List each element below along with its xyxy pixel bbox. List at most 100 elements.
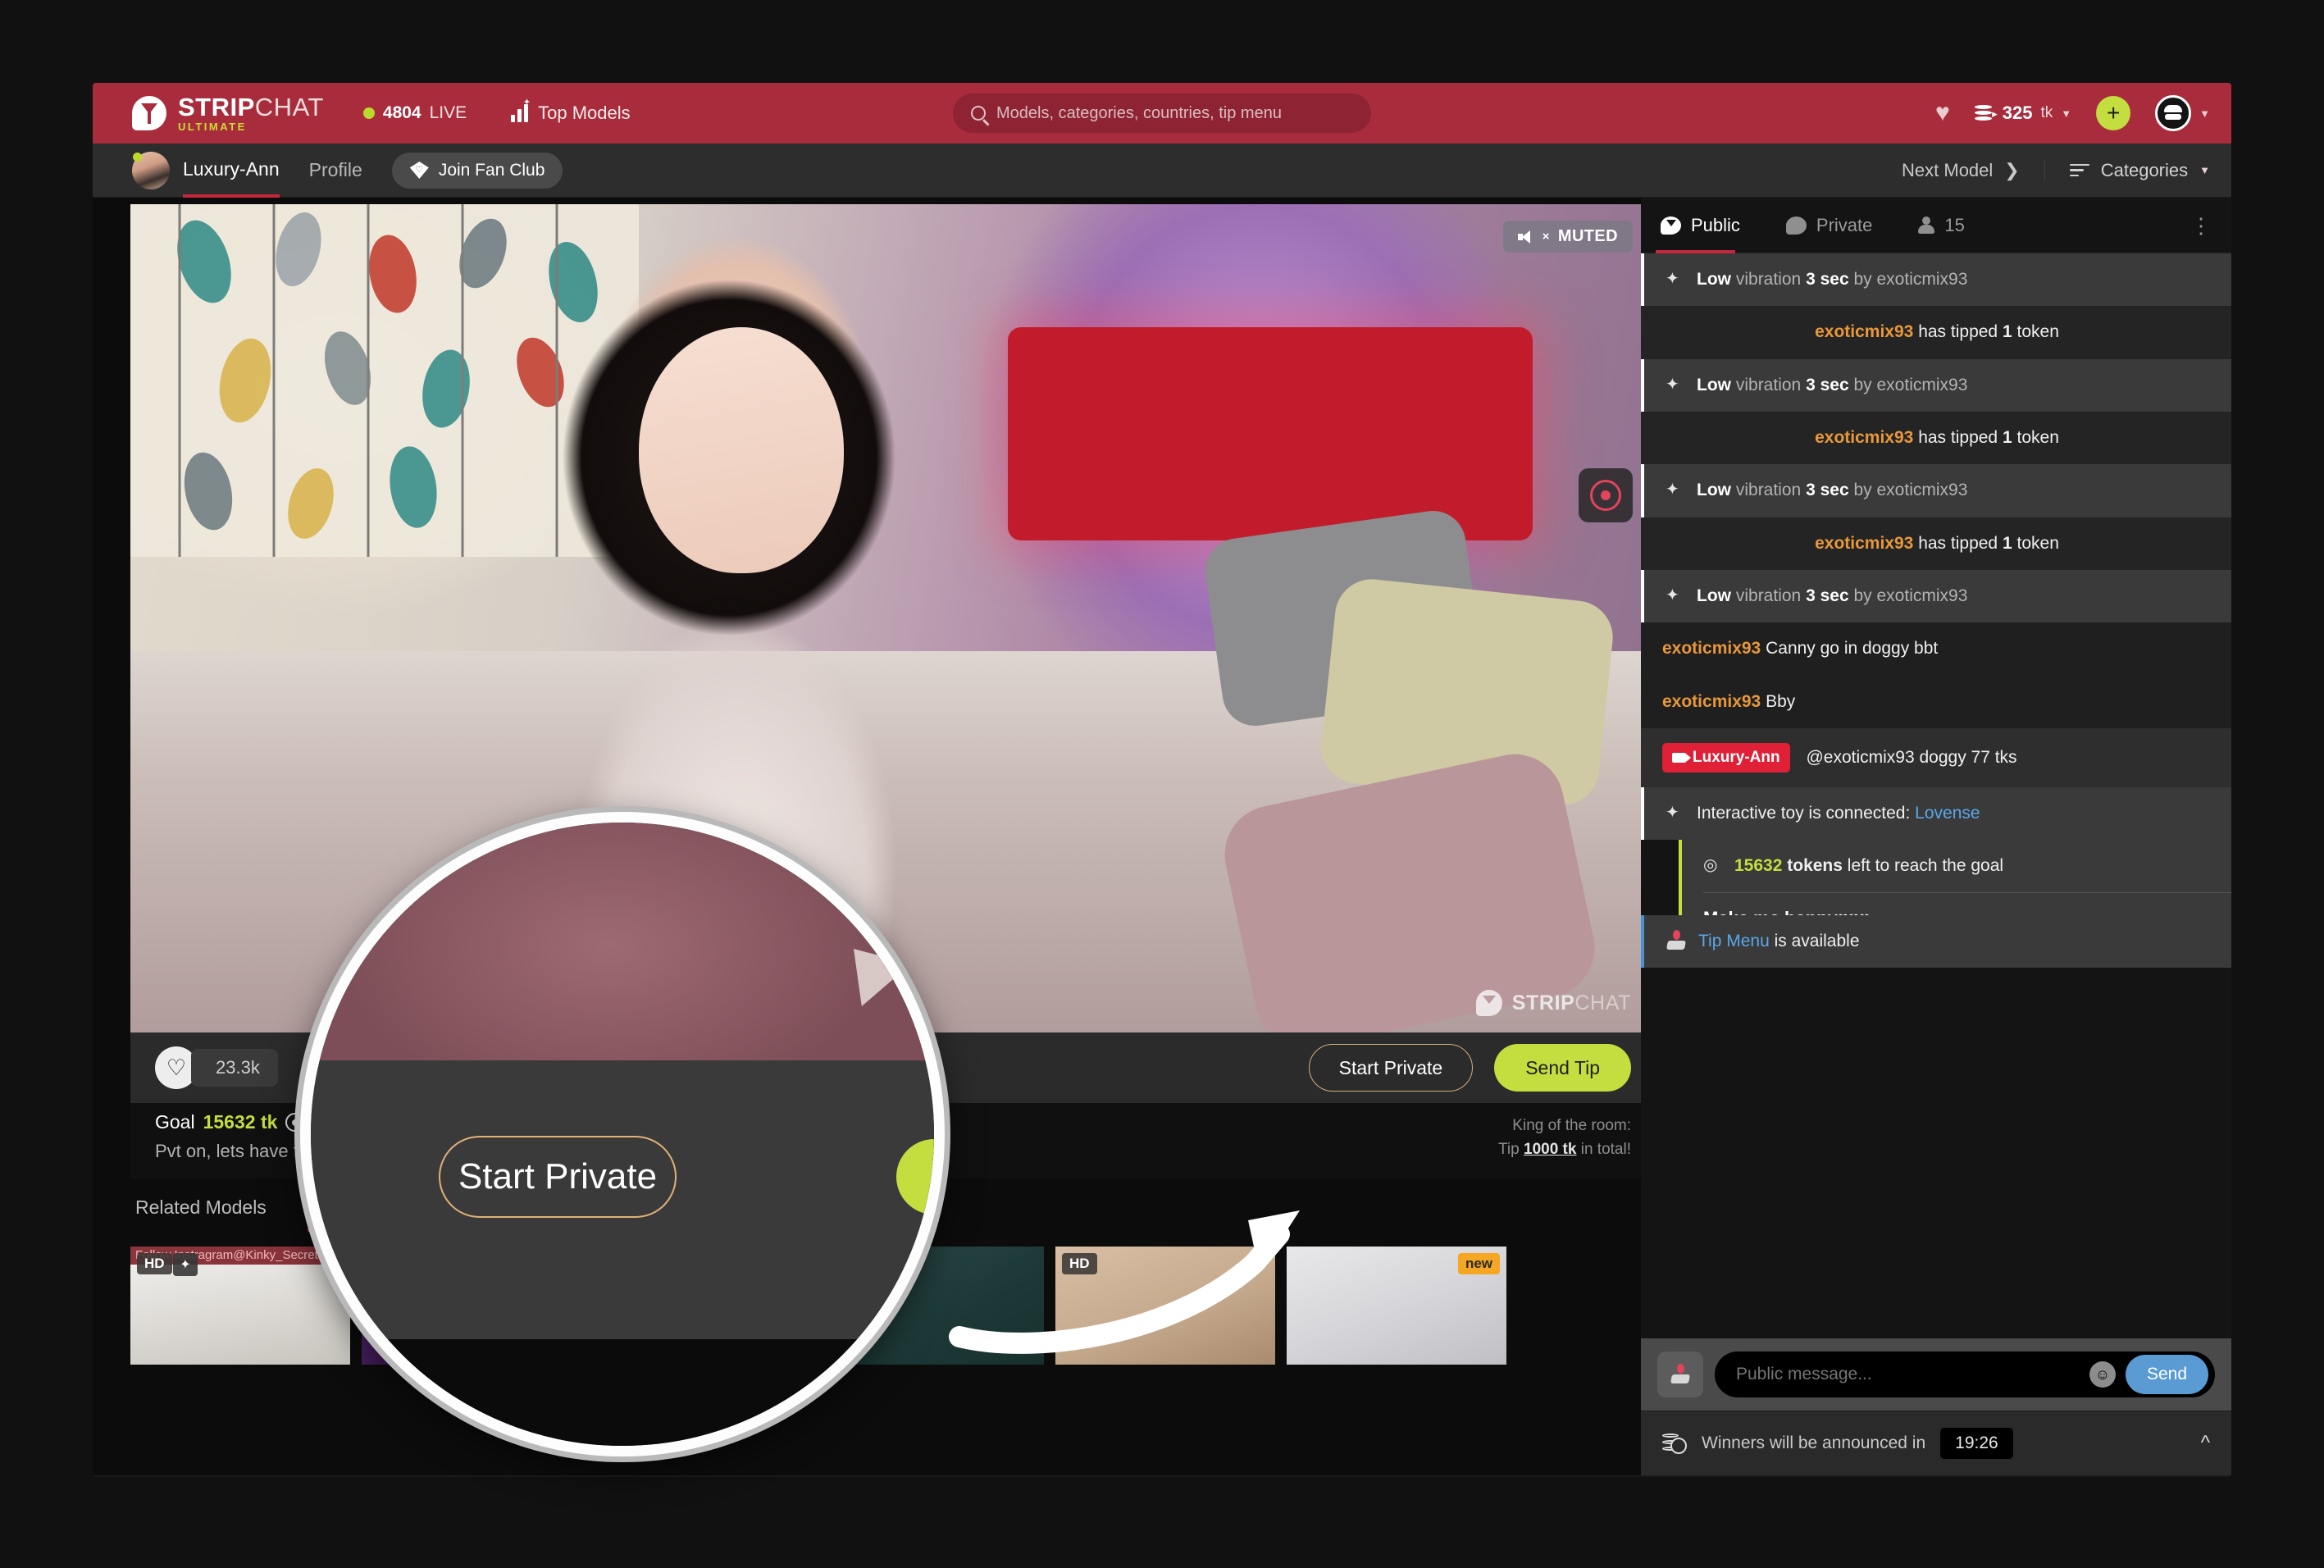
- profile-tab[interactable]: Profile: [309, 159, 362, 181]
- chat-panel: Public Private 15 ⋮ ✦ Low vibration 3 se…: [1641, 198, 2231, 1475]
- start-private-button[interactable]: Start Private: [1308, 1044, 1474, 1092]
- tab-private-chat[interactable]: Private: [1785, 198, 1873, 253]
- chat-message-vibration: ✦ Low vibration 3 sec by exoticmix93: [1641, 570, 2231, 623]
- player-actions: Start Private Send Tip: [1308, 1044, 1631, 1092]
- logo-text-bold: STRIP: [178, 93, 255, 121]
- join-fan-club-button[interactable]: Join Fan Club: [391, 152, 563, 189]
- join-fan-club-label: Join Fan Club: [438, 160, 545, 180]
- joystick-icon: [1666, 930, 1687, 951]
- wand-icon: ✦: [1666, 481, 1679, 499]
- new-badge: new: [1457, 1253, 1500, 1274]
- muted-badge[interactable]: × MUTED: [1502, 221, 1633, 253]
- stripchat-logo-icon: [132, 96, 166, 130]
- live-label: LIVE: [429, 103, 467, 122]
- site-logo[interactable]: STRIPCHAT ULTIMATE: [132, 94, 324, 132]
- send-button[interactable]: Send: [2125, 1355, 2208, 1394]
- chat-input-wrapper[interactable]: ☺ Send: [1715, 1351, 2215, 1397]
- chat-tabs: Public Private 15 ⋮: [1641, 198, 2231, 253]
- chat-bubble-icon: [1661, 216, 1681, 235]
- search-icon: [971, 106, 986, 121]
- global-header: STRIPCHAT ULTIMATE 4804 LIVE Top Models …: [93, 83, 2231, 144]
- chat-message-vibration: ✦ Low vibration 3 sec by exoticmix93: [1641, 464, 2231, 517]
- coins-icon: [1662, 1432, 1687, 1455]
- tip-menu-link[interactable]: Tip Menu: [1698, 932, 1770, 950]
- winners-banner[interactable]: Winners will be announced in 19:26 ^: [1641, 1411, 2231, 1475]
- tab-related-models[interactable]: Related Models: [135, 1197, 267, 1232]
- chevron-up-icon[interactable]: ^: [2201, 1432, 2210, 1455]
- video-headboard: [1008, 327, 1533, 540]
- categories-label: Categories: [2100, 159, 2189, 180]
- joystick-icon: [1670, 1364, 1691, 1385]
- search-bar[interactable]: Models, categories, countries, tip menu: [953, 93, 1371, 133]
- chat-message-tip: exoticmix93 has tipped 1 token: [1641, 517, 2231, 571]
- next-model-label: Next Model: [1902, 159, 1994, 180]
- wand-icon: ✦: [1666, 803, 1679, 822]
- live-models-counter[interactable]: 4804 LIVE: [362, 103, 467, 123]
- chat-input[interactable]: [1736, 1365, 2089, 1384]
- wand-icon: ✦: [1666, 586, 1679, 605]
- send-tip-button[interactable]: Send Tip: [1494, 1044, 1631, 1092]
- logo-wordmark: STRIPCHAT ULTIMATE: [178, 94, 324, 132]
- thumbnail-card[interactable]: new: [1287, 1247, 1506, 1365]
- next-model-button[interactable]: Next Model ❯: [1902, 159, 2045, 181]
- token-balance-value: 325: [2002, 103, 2033, 123]
- king-of-the-room: King of the room: Tip 1000 tk in total!: [1498, 1114, 1631, 1161]
- emoji-icon[interactable]: ☺: [2089, 1361, 2116, 1388]
- search-input[interactable]: Models, categories, countries, tip menu: [996, 104, 1282, 123]
- like-count: 23.3k: [191, 1049, 278, 1087]
- vibration-toy-button[interactable]: [1579, 468, 1633, 522]
- viewer-count: 15: [1944, 214, 1965, 235]
- chat-message-vibration: ✦ Low vibration 3 sec by exoticmix93: [1641, 253, 2231, 307]
- wand-icon: ✦: [1666, 270, 1679, 288]
- video-model-face: [639, 327, 844, 573]
- tab-viewers[interactable]: 15: [1918, 198, 1965, 253]
- magnified-video-region: [311, 823, 934, 1060]
- watermark-text: STRIPCHAT: [1511, 991, 1631, 1014]
- mute-x-icon: ×: [1542, 230, 1550, 244]
- tip-menu-button[interactable]: [1657, 1351, 1703, 1397]
- private-chat-icon: [1785, 216, 1807, 235]
- add-tokens-button[interactable]: +: [2096, 96, 2131, 130]
- winners-countdown: 19:26: [1940, 1428, 2013, 1459]
- king-line2: Tip 1000 tk in total!: [1498, 1140, 1631, 1158]
- model-avatar[interactable]: [132, 151, 170, 189]
- user-account-menu[interactable]: ▼: [2155, 95, 2210, 131]
- chat-message-model: Luxury-Ann @exoticmix93 doggy 77 tks: [1641, 728, 2231, 787]
- magnifier-content: Start Private Gi: [311, 823, 934, 1446]
- chat-composer: ☺ Send: [1641, 1338, 2231, 1411]
- tokens-icon: [1974, 104, 1998, 122]
- chat-message-list[interactable]: ✦ Low vibration 3 sec by exoticmix93 exo…: [1641, 253, 2231, 1338]
- chevron-right-icon: ❯: [2004, 159, 2020, 180]
- chat-message-user: exoticmix93 Canny go in doggy bbt: [1641, 622, 2231, 676]
- favorites-heart-icon[interactable]: ♥: [1935, 99, 1950, 127]
- speaker-mute-icon: [1517, 230, 1533, 244]
- toy-badge-icon: ✦: [173, 1253, 198, 1276]
- king-line1: King of the room:: [1512, 1117, 1631, 1134]
- categories-button[interactable]: Categories ▼: [2045, 160, 2210, 181]
- hd-badge: HD: [137, 1253, 172, 1274]
- person-icon: [1918, 216, 1935, 235]
- diamond-heart-icon: [409, 162, 429, 179]
- tab-private-label: Private: [1816, 214, 1873, 235]
- target-goal-icon: ◎: [1703, 856, 1718, 875]
- thumbnail-card[interactable]: HD: [1055, 1247, 1275, 1365]
- heart-outline-icon: ♡: [166, 1055, 187, 1080]
- avatar: [2155, 95, 2192, 131]
- model-name-tab[interactable]: Luxury-Ann: [183, 158, 280, 198]
- chat-message-user: exoticmix93 Bby: [1641, 675, 2231, 729]
- chat-more-options-icon[interactable]: ⋮: [2190, 215, 2212, 236]
- magnified-control-bar: Start Private: [311, 1060, 934, 1339]
- live-count-value: 4804: [382, 103, 422, 122]
- chevron-down-icon-categories: ▼: [2199, 164, 2210, 176]
- lovense-link[interactable]: Lovense: [1915, 804, 1980, 823]
- chat-message-tip-menu: Tip Menu is available: [1641, 915, 2231, 969]
- king-tip-amount: 1000 tk: [1524, 1140, 1577, 1158]
- magnified-start-private-button[interactable]: Start Private: [439, 1136, 677, 1218]
- tab-public-chat[interactable]: Public: [1656, 198, 1740, 253]
- goal-label: Goal: [155, 1111, 195, 1133]
- chat-message-tip: exoticmix93 has tipped 1 token: [1641, 412, 2231, 465]
- header-actions: ♥ 325 tk ▼ + ▼: [1935, 95, 2210, 131]
- chat-message-tip: exoticmix93 has tipped 1 token: [1641, 306, 2231, 359]
- token-balance[interactable]: 325 tk ▼: [1974, 103, 2071, 124]
- top-models-link[interactable]: Top Models: [511, 97, 631, 124]
